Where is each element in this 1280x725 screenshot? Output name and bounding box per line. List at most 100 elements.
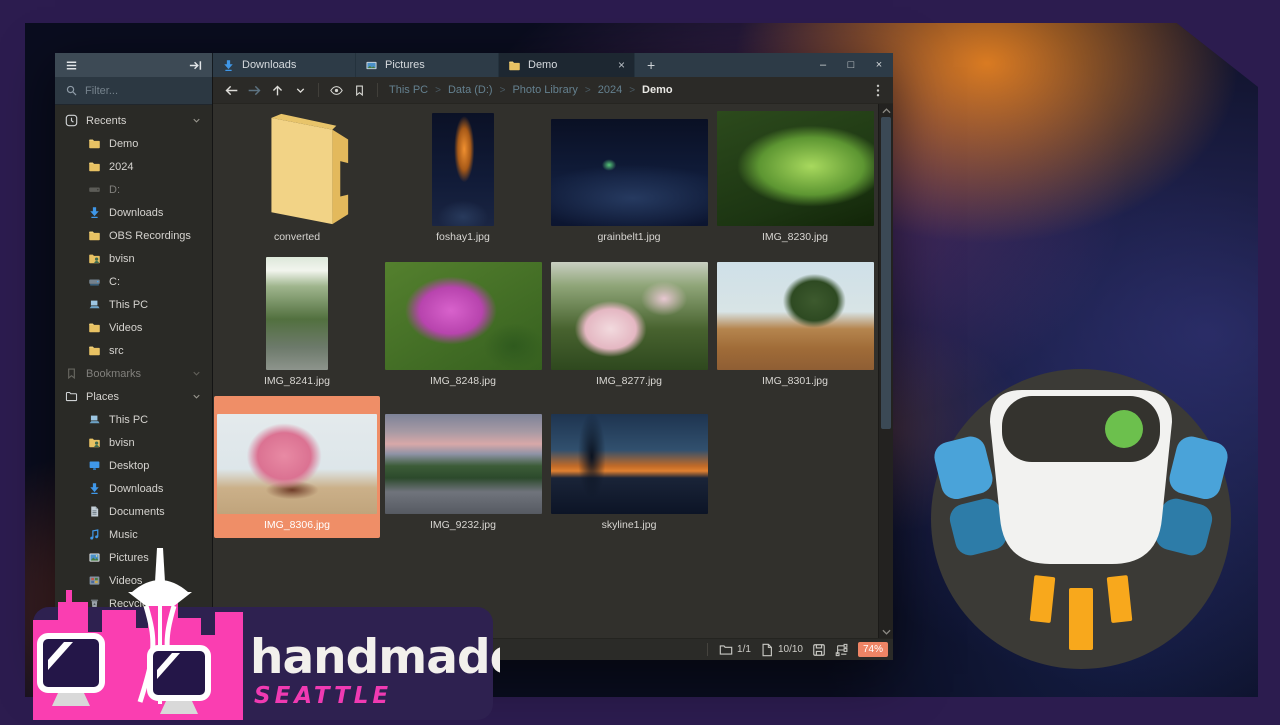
file-tile[interactable]: IMG_8241.jpg <box>214 252 380 394</box>
file-tile[interactable]: foshay1.jpg <box>380 108 546 250</box>
photo-thumbnail <box>551 414 708 514</box>
photo-thumbnail <box>717 262 874 370</box>
robot-mascot-icon <box>928 366 1234 672</box>
kebab-menu-button[interactable] <box>871 83 885 98</box>
forward-button[interactable] <box>244 81 265 99</box>
desktop-icon <box>88 459 101 472</box>
drive-icon <box>88 183 101 196</box>
eye-preview-button[interactable] <box>326 81 347 99</box>
tab-pictures[interactable]: Pictures <box>356 53 499 77</box>
logo-title: handmade <box>250 630 500 685</box>
tabpic-icon <box>365 59 378 72</box>
sidebar-item-desktop[interactable]: Desktop <box>55 454 212 477</box>
folder-icon <box>88 321 101 334</box>
file-tile[interactable]: IMG_9232.jpg <box>380 396 546 538</box>
sidebar-item-c-[interactable]: C: <box>55 270 212 293</box>
breadcrumb-item[interactable]: This PC <box>389 84 428 96</box>
file-name: converted <box>274 226 320 248</box>
document-icon <box>88 505 101 518</box>
filter-box[interactable]: Filter... <box>55 77 212 105</box>
folder-icon <box>88 137 101 150</box>
tab-close-icon[interactable]: × <box>604 58 625 72</box>
status-divider <box>707 643 708 656</box>
sidebar-item-obs-recordings[interactable]: OBS Recordings <box>55 224 212 247</box>
sidebar-item-bvisn[interactable]: bvisn <box>55 247 212 270</box>
handmade-seattle-logo: handmade SEATTLE <box>30 540 500 720</box>
sidebar-item-bvisn[interactable]: bvisn <box>55 431 212 454</box>
save-layout-icon <box>812 643 826 657</box>
chevron-down-icon[interactable] <box>191 115 202 126</box>
chevron-down-icon[interactable] <box>191 368 202 379</box>
sidebar-section-places[interactable]: Places <box>55 385 212 408</box>
sidebar-item-2024[interactable]: 2024 <box>55 155 212 178</box>
file-tile[interactable]: IMG_8277.jpg <box>546 252 712 394</box>
file-tile[interactable]: IMG_8306.jpg <box>214 396 380 538</box>
sidebar-item-demo[interactable]: Demo <box>55 132 212 155</box>
pc-icon <box>88 413 101 426</box>
save-layout-button[interactable] <box>812 643 826 657</box>
scrollbar-thumb[interactable] <box>881 117 891 429</box>
file-tile[interactable]: IMG_8301.jpg <box>712 252 878 394</box>
toolbar-divider <box>318 83 319 97</box>
photo-thumbnail <box>551 262 708 370</box>
search-icon <box>65 84 78 97</box>
file-name: IMG_8241.jpg <box>264 370 330 392</box>
maximize-button[interactable]: □ <box>837 53 865 77</box>
scroll-up-icon[interactable] <box>879 104 893 116</box>
photo-thumbnail <box>385 262 542 370</box>
folders-count-icon <box>719 643 733 657</box>
vertical-scrollbar[interactable] <box>878 104 893 638</box>
breadcrumb-item[interactable]: Data (D:) <box>448 84 493 96</box>
sidebar-item-documents[interactable]: Documents <box>55 500 212 523</box>
sidebar-section-recents[interactable]: Recents <box>55 109 212 132</box>
bookmark-icon <box>65 367 78 380</box>
file-tile[interactable]: skyline1.jpg <box>546 396 712 538</box>
bookmark-add-button[interactable] <box>349 81 370 99</box>
scroll-down-icon[interactable] <box>879 626 893 638</box>
up-button[interactable] <box>267 81 288 99</box>
pin-sidebar-icon[interactable] <box>188 58 203 73</box>
pc-icon <box>88 298 101 311</box>
file-tile[interactable]: grainbelt1.jpg <box>546 108 712 250</box>
minimize-button[interactable]: – <box>809 53 837 77</box>
file-name: grainbelt1.jpg <box>597 226 660 248</box>
sidebar-item-this-pc[interactable]: This PC <box>55 408 212 431</box>
breadcrumb-separator: > <box>585 85 591 96</box>
tree-view-button[interactable] <box>835 643 849 657</box>
photo-thumbnail <box>217 414 377 514</box>
toolbar-divider <box>377 83 378 97</box>
breadcrumb-item[interactable]: Demo <box>642 84 673 96</box>
folder-tile[interactable]: converted <box>214 108 380 250</box>
close-button[interactable]: × <box>865 53 893 77</box>
hamburger-menu-icon[interactable] <box>64 58 79 73</box>
sidebar-item-d-[interactable]: D: <box>55 178 212 201</box>
sidebar-item-src[interactable]: src <box>55 339 212 362</box>
memory-usage-badge[interactable]: 74% <box>858 642 888 657</box>
file-tile[interactable]: IMG_8248.jpg <box>380 252 546 394</box>
breadcrumb-item[interactable]: 2024 <box>598 84 622 96</box>
files-count-icon <box>760 643 774 657</box>
sidebar-item-this-pc[interactable]: This PC <box>55 293 212 316</box>
chevron-down-icon[interactable] <box>191 391 202 402</box>
drivec-icon <box>88 275 101 288</box>
file-name: foshay1.jpg <box>436 226 490 248</box>
photo-thumbnail <box>266 257 328 370</box>
file-tile[interactable]: IMG_8230.jpg <box>712 108 878 250</box>
photo-thumbnail <box>432 113 494 226</box>
sidebar-section-bookmarks[interactable]: Bookmarks <box>55 362 212 385</box>
sidebar-item-downloads[interactable]: Downloads <box>55 477 212 500</box>
sidebar-item-downloads[interactable]: Downloads <box>55 201 212 224</box>
new-tab-button[interactable]: + <box>635 53 667 77</box>
tab-demo[interactable]: Demo× <box>499 53 635 77</box>
window-controls: –□× <box>809 53 893 77</box>
file-name: IMG_8277.jpg <box>596 370 662 392</box>
folder-icon <box>88 160 101 173</box>
placesfolder-icon <box>65 390 78 403</box>
tab-downloads[interactable]: Downloads <box>213 53 356 77</box>
file-name: IMG_8230.jpg <box>762 226 828 248</box>
sidebar-item-videos[interactable]: Videos <box>55 316 212 339</box>
breadcrumb-item[interactable]: Photo Library <box>512 84 577 96</box>
back-button[interactable] <box>221 81 242 99</box>
history-chevron-button[interactable] <box>290 81 311 99</box>
open-folder-icon <box>238 110 356 226</box>
